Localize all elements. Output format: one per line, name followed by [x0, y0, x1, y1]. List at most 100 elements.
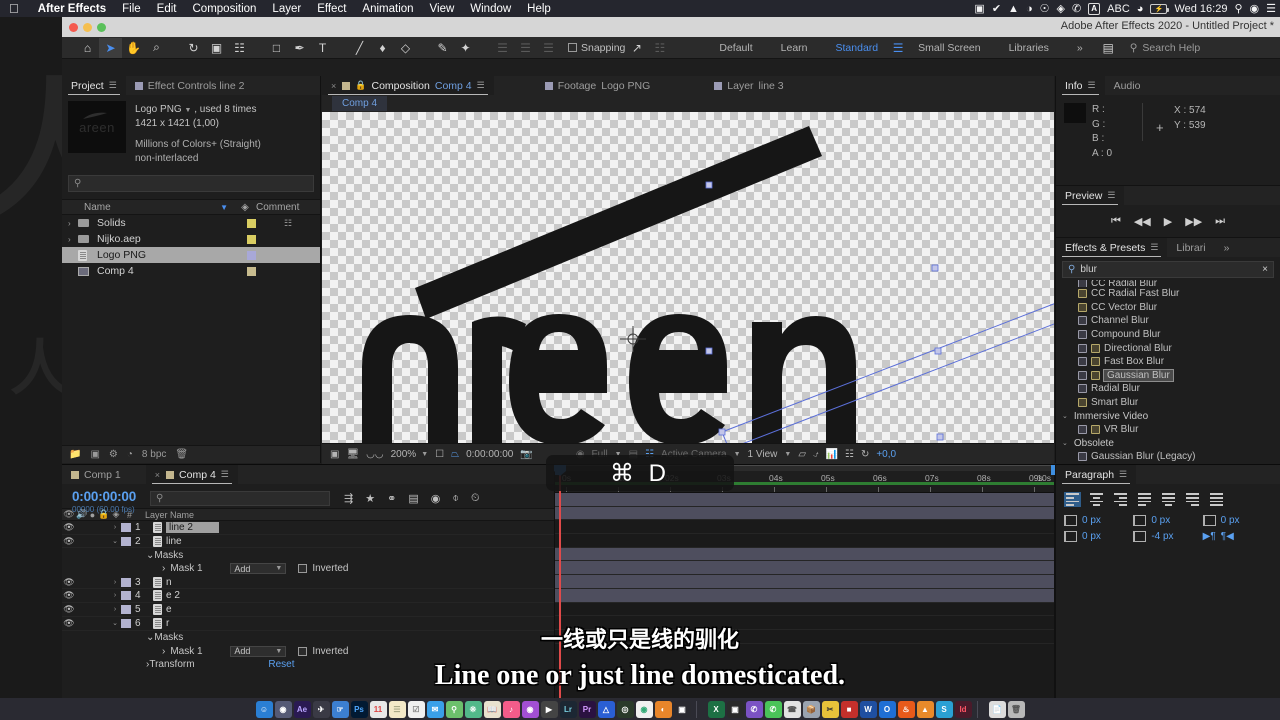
video-toggle[interactable]: 👁 [62, 522, 76, 533]
list-item[interactable]: CC Radial Blur [1056, 280, 1280, 287]
menu-window[interactable]: Window [462, 3, 519, 15]
layer-color-swatch[interactable] [121, 604, 131, 614]
layer-color-swatch[interactable] [121, 536, 131, 546]
twirl-open-icon[interactable]: ⌄ [1062, 412, 1068, 420]
reset-exposure-icon[interactable]: ↻ [861, 449, 869, 460]
input-source-badge-icon[interactable]: A [1088, 2, 1101, 15]
notification-icon[interactable]: ▲ [1008, 3, 1019, 15]
twirl-open-icon[interactable]: ⌄ [1062, 439, 1068, 447]
premiere-rush-icon[interactable]: ✈ [312, 700, 330, 718]
list-item[interactable]: Fast Box Blur [1056, 355, 1280, 369]
vlc-icon[interactable]: ▲ [916, 700, 934, 718]
layer-color-swatch[interactable] [121, 591, 131, 601]
zoom-level-select[interactable]: 200% ▼ [391, 449, 429, 460]
maximize-button[interactable] [97, 23, 106, 32]
draft-3d-icon[interactable]: ★ [365, 492, 375, 505]
list-item-selected[interactable]: Gaussian Blur [1056, 368, 1280, 383]
workspace-learn[interactable]: Learn [767, 42, 822, 54]
justify-last-right-icon[interactable] [1184, 492, 1201, 507]
label-swatch[interactable] [247, 250, 256, 260]
camera-tool-icon[interactable]: ▣ [205, 38, 228, 58]
type-tool-icon[interactable]: T [311, 38, 334, 58]
layer-name[interactable]: line 2 [166, 521, 219, 533]
menu-layer[interactable]: Layer [264, 3, 309, 15]
menu-help[interactable]: Help [519, 3, 559, 15]
twirl-icon[interactable]: › [68, 235, 78, 244]
list-item-selected[interactable]: Logo PNG [62, 247, 320, 263]
close-tab-icon[interactable]: × [155, 470, 160, 480]
exposure-value[interactable]: +0,0 [876, 449, 896, 460]
indent-right-field[interactable]: 0 px [1133, 515, 1202, 526]
word-icon[interactable]: W [859, 700, 877, 718]
toggle-transparency-icon[interactable]: ▣ [330, 449, 339, 460]
frame-blending-icon[interactable]: ▤ [408, 492, 418, 505]
illustrator-icon[interactable]: △ [597, 700, 615, 718]
layer-color-swatch[interactable] [121, 522, 131, 532]
label-column-icon[interactable]: ◈ [234, 202, 256, 213]
indesign-icon[interactable]: Id [954, 700, 972, 718]
flame-icon[interactable]: ♨ [897, 700, 915, 718]
project-search-input[interactable]: ⚲ [68, 175, 314, 192]
fast-previews-icon[interactable]: ⍻ [813, 449, 819, 460]
motion-blur-icon[interactable]: ◉ [431, 492, 441, 505]
ltr-icon[interactable]: ▶¶ [1203, 531, 1216, 542]
itunes-icon[interactable]: ♪ [502, 700, 520, 718]
snap-options-icon[interactable]: ☷ [648, 38, 671, 58]
effects-list[interactable]: CC Radial Blur CC Radial Fast Blur CC Ve… [1056, 280, 1280, 464]
tab-preview[interactable]: Preview ☰ [1056, 186, 1125, 205]
hand-tool-icon[interactable]: ✋ [122, 38, 145, 58]
panel-menu-icon[interactable]: ☰ [1150, 242, 1158, 253]
launchpad-icon[interactable]: ◉ [274, 700, 292, 718]
auto-keyframe-icon[interactable]: ⏲ [471, 492, 480, 505]
list-item[interactable]: Compound Blur [1056, 328, 1280, 342]
flowchart-icon[interactable]: ☷ [284, 218, 292, 229]
snapshot-icon[interactable]: 📷 [520, 449, 532, 460]
first-frame-icon[interactable]: ⏮ [1111, 215, 1121, 228]
video-toggle[interactable]: 👁 [62, 604, 76, 615]
excel-icon[interactable]: X [707, 700, 725, 718]
spotlight-search-icon[interactable]: ⚲ [1234, 2, 1242, 15]
list-category[interactable]: ⌄ Immersive Video [1056, 409, 1280, 423]
list-category[interactable]: ⌄ Obsolete [1056, 437, 1280, 451]
chevron-down-icon[interactable]: ▼ [184, 107, 191, 114]
next-frame-icon[interactable]: ▶▶ [1185, 215, 1202, 228]
pen-tool-icon[interactable]: ✒ [288, 38, 311, 58]
timeline-search-input[interactable]: ⚲ [150, 491, 331, 506]
new-comp-icon[interactable]: ▣ [90, 449, 99, 460]
views-select[interactable]: 1 View [748, 449, 778, 460]
previous-frame-icon[interactable]: ◀◀ [1134, 215, 1151, 228]
panel-menu-icon[interactable]: ☰ [1107, 190, 1115, 201]
layer-name[interactable]: line [166, 536, 182, 547]
indent-first-line-field[interactable]: 0 px [1064, 531, 1133, 542]
delete-icon[interactable]: 🗑 [175, 449, 188, 460]
indent-right-value[interactable]: 0 px [1151, 515, 1170, 526]
notes-icon[interactable]: ☰ [388, 700, 406, 718]
layer-name[interactable]: e [166, 604, 172, 615]
documents-icon[interactable]: 📄 [988, 700, 1006, 718]
eraser-tool-icon[interactable]: ◇ [394, 38, 417, 58]
calendar-icon[interactable]: 11 [369, 700, 387, 718]
outlook-icon[interactable]: O [878, 700, 896, 718]
pdf-icon[interactable]: ■ [840, 700, 858, 718]
lightroom-icon[interactable]: Lr [559, 700, 577, 718]
space-before-value[interactable]: 0 px [1221, 515, 1240, 526]
align-left-icon[interactable] [1064, 492, 1081, 507]
list-item[interactable]: Channel Blur [1056, 314, 1280, 328]
firefox-icon[interactable]: ◐ [654, 700, 672, 718]
timeline-icon[interactable]: 📊 [826, 449, 838, 460]
roto-brush-tool-icon[interactable]: ✎ [431, 38, 454, 58]
comp-flowchart-icon[interactable]: ☷ [845, 449, 854, 460]
justify-last-left-icon[interactable] [1136, 492, 1153, 507]
list-item[interactable]: CC Vector Blur [1056, 301, 1280, 315]
utorrent-icon[interactable]: ☉ [1040, 2, 1050, 15]
mask-mode-select[interactable]: Add ▼ [230, 563, 287, 575]
cleanmymac-icon[interactable]: ◑ [1026, 3, 1033, 15]
list-item[interactable]: › Nijko.aep [62, 231, 320, 247]
space-after-field[interactable]: -4 px [1133, 531, 1202, 542]
after-effects-icon[interactable]: Ae [293, 700, 311, 718]
region-of-interest-icon[interactable]: ☐ [435, 449, 444, 460]
new-folder-icon[interactable]: 📁 [69, 449, 81, 460]
graph-editor-icon[interactable]: ⌽ [452, 492, 459, 505]
tab-composition-comp4[interactable]: × 🔒 Composition Comp 4 ☰ [322, 76, 494, 95]
wifi-icon[interactable]: ◕ [1137, 3, 1144, 15]
